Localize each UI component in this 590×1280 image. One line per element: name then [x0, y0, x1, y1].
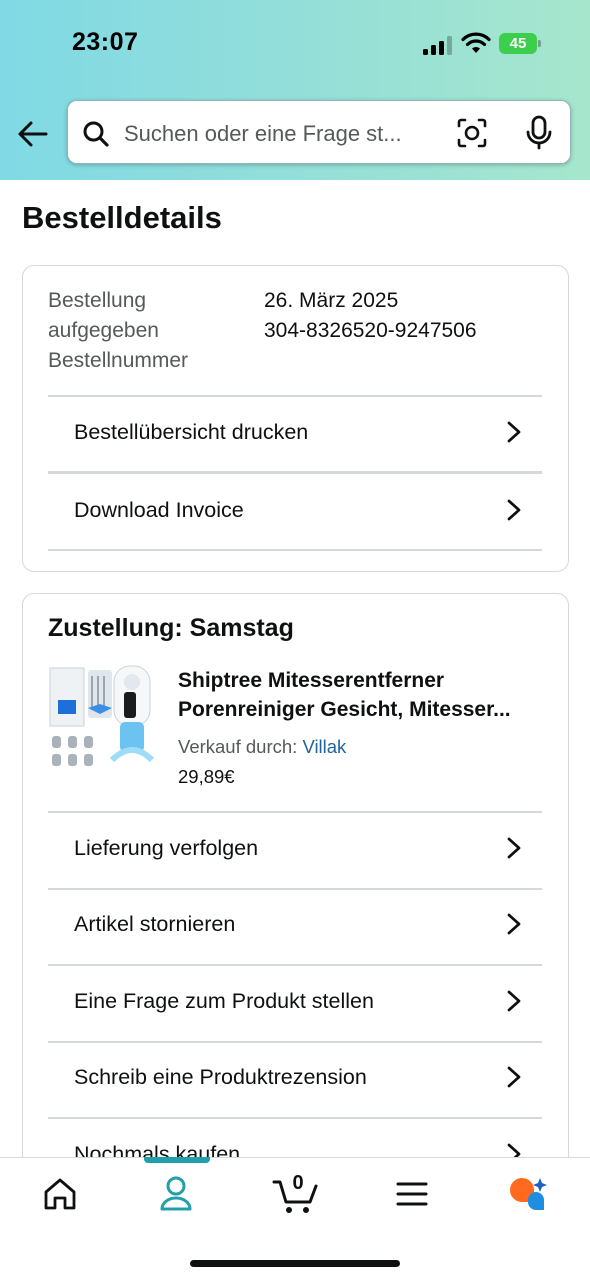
battery-icon: 45 — [499, 33, 541, 54]
product-image[interactable] — [48, 664, 158, 774]
chevron-right-icon — [507, 837, 521, 859]
cart-button[interactable]: 0 — [272, 1172, 320, 1216]
search-bar[interactable]: Suchen oder eine Frage st... — [67, 100, 571, 164]
order-date: 26. März 2025 — [264, 289, 399, 312]
cart-count: 0 — [292, 1172, 304, 1194]
camera-scan-icon[interactable] — [456, 117, 488, 149]
home-icon[interactable] — [38, 1172, 82, 1216]
track-delivery-row[interactable]: Lieferung verfolgen — [48, 810, 542, 886]
active-tab-indicator — [144, 1157, 210, 1163]
product-title[interactable]: Shiptree Mitesserentferner Porenreiniger… — [178, 666, 538, 724]
account-icon[interactable] — [154, 1172, 198, 1216]
chevron-right-icon — [507, 990, 521, 1012]
battery-level: 45 — [499, 33, 537, 54]
product-price: 29,89€ — [178, 766, 235, 787]
ask-product-question-row[interactable]: Eine Frage zum Produkt stellen — [48, 963, 542, 1039]
download-invoice-row[interactable]: Download Invoice — [48, 472, 542, 548]
search-icon — [83, 121, 109, 147]
chevron-right-icon — [507, 499, 521, 521]
order-info-labels: Bestellung aufgegeben Bestellnummer — [48, 289, 189, 372]
back-arrow-icon[interactable] — [16, 117, 50, 151]
order-info-values: 26. März 2025 304-8326520-9247506 — [264, 286, 477, 346]
rufus-assistant-icon[interactable] — [506, 1172, 550, 1216]
wifi-icon — [461, 32, 491, 53]
cellular-signal-icon — [423, 35, 453, 55]
home-indicator — [190, 1260, 400, 1267]
menu-icon[interactable] — [390, 1172, 434, 1216]
header: 23:07 45 Suchen oder eine Frage st... — [0, 0, 590, 180]
write-review-row[interactable]: Schreib eine Produktrezension — [48, 1039, 542, 1115]
status-time: 23:07 — [72, 28, 139, 56]
order-number: 304-8326520-9247506 — [264, 319, 477, 342]
page-title: Bestelldetails — [22, 200, 222, 235]
chevron-right-icon — [507, 1066, 521, 1088]
search-input[interactable]: Suchen oder eine Frage st... — [124, 121, 434, 147]
chevron-right-icon — [507, 421, 521, 443]
delivery-title: Zustellung: Samstag — [48, 614, 294, 642]
seller-link[interactable]: Villak — [302, 736, 346, 757]
print-order-summary-row[interactable]: Bestellübersicht drucken — [48, 394, 542, 470]
microphone-icon[interactable] — [523, 115, 555, 151]
chevron-right-icon — [507, 913, 521, 935]
divider — [48, 549, 542, 551]
seller-info: Verkauf durch: Villak — [178, 736, 347, 757]
cancel-item-row[interactable]: Artikel stornieren — [48, 886, 542, 962]
